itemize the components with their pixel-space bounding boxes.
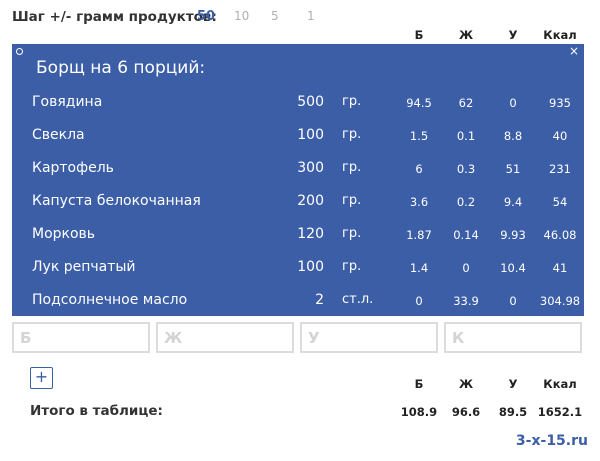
ingredient-zh: 0 xyxy=(462,261,470,275)
ingredient-b: 1.5 xyxy=(409,129,429,143)
header-zh: Ж xyxy=(458,28,474,42)
ingredient-unit: гр. xyxy=(342,160,362,175)
ingredient-row[interactable]: Говядина 500 гр. 94.5 62 0 935 xyxy=(12,86,584,119)
ingredient-kcal: 41 xyxy=(552,261,568,275)
ingredient-zh: 0.2 xyxy=(456,195,476,209)
ingredient-qty[interactable]: 100 xyxy=(274,259,324,275)
header-b: Б xyxy=(414,28,424,42)
totals-label: Итого в таблице: xyxy=(30,403,163,419)
ingredient-zh: 0.14 xyxy=(453,228,479,242)
add-ingredient-button[interactable]: + xyxy=(30,367,53,389)
ingredient-unit: гр. xyxy=(342,193,362,208)
ingredient-b: 0 xyxy=(415,294,423,308)
ingredient-kcal: 935 xyxy=(549,96,571,110)
ingredient-u: 51 xyxy=(505,162,521,176)
ingredient-name: Капуста белокочанная xyxy=(32,193,201,209)
totals-header-u: У xyxy=(508,377,518,391)
ingredient-name: Подсолнечное масло xyxy=(32,292,188,308)
ingredient-unit: гр. xyxy=(342,259,362,274)
ingredient-u: 10.4 xyxy=(500,261,526,275)
fat-input[interactable] xyxy=(156,322,294,353)
ingredient-kcal: 40 xyxy=(552,129,568,143)
ingredient-name: Говядина xyxy=(32,94,103,110)
ingredient-qty[interactable]: 200 xyxy=(274,193,324,209)
site-logo[interactable]: 3-x-15.ru xyxy=(516,433,588,449)
protein-input[interactable] xyxy=(12,322,150,353)
totals-header-b: Б xyxy=(414,377,424,391)
ingredient-name: Свекла xyxy=(32,127,85,143)
ingredient-name: Лук репчатый xyxy=(32,259,136,275)
ingredient-row[interactable]: Свекла 100 гр. 1.5 0.1 8.8 40 xyxy=(12,119,584,152)
ingredient-zh: 0.1 xyxy=(456,129,476,143)
step-option-1[interactable]: 1 xyxy=(307,9,315,23)
ingredient-u: 0 xyxy=(509,96,517,110)
ingredient-unit: гр. xyxy=(342,94,362,109)
kcal-input[interactable] xyxy=(444,322,582,353)
step-option-50[interactable]: 50 xyxy=(197,9,215,24)
ingredient-name: Картофель xyxy=(32,160,114,176)
ingredient-row[interactable]: Лук репчатый 100 гр. 1.4 0 10.4 41 xyxy=(12,251,584,284)
ingredient-qty[interactable]: 100 xyxy=(274,127,324,143)
totals-header-zh: Ж xyxy=(458,377,474,391)
ingredient-qty[interactable]: 300 xyxy=(274,160,324,176)
ingredient-b: 6 xyxy=(415,162,423,176)
ingredient-qty[interactable]: 500 xyxy=(274,94,324,110)
ingredient-kcal: 54 xyxy=(552,195,568,209)
header-kcal: Ккал xyxy=(543,28,577,42)
totals-header-kcal: Ккал xyxy=(543,377,577,391)
close-icon[interactable]: × xyxy=(569,45,579,57)
ingredient-row[interactable]: Картофель 300 гр. 6 0.3 51 231 xyxy=(12,152,584,185)
ingredient-u: 0 xyxy=(509,294,517,308)
ingredient-zh: 33.9 xyxy=(453,294,479,308)
ingredient-unit: ст.л. xyxy=(342,292,374,307)
ingredient-qty[interactable]: 2 xyxy=(274,292,324,308)
header-u: У xyxy=(508,28,518,42)
ingredient-kcal: 304.98 xyxy=(539,294,581,308)
ingredient-row[interactable]: Капуста белокочанная 200 гр. 3.6 0.2 9.4 54 xyxy=(12,185,584,218)
ingredient-name: Морковь xyxy=(32,226,96,242)
ingredient-kcal: 231 xyxy=(549,162,571,176)
total-zh: 96.6 xyxy=(451,405,481,419)
ingredient-u: 9.4 xyxy=(503,195,523,209)
ingredient-zh: 0.3 xyxy=(456,162,476,176)
ingredient-kcal: 46.08 xyxy=(543,228,577,242)
step-option-10[interactable]: 10 xyxy=(234,9,249,23)
ingredient-u: 9.93 xyxy=(500,228,526,242)
total-u: 89.5 xyxy=(498,405,528,419)
ingredient-row[interactable]: Морковь 120 гр. 1.87 0.14 9.93 46.08 xyxy=(12,218,584,251)
carbs-input[interactable] xyxy=(300,322,438,353)
recipe-title: Борщ на 6 порций: xyxy=(36,58,206,78)
ingredient-row[interactable]: Подсолнечное масло 2 ст.л. 0 33.9 0 304.98 xyxy=(12,284,584,317)
ingredient-zh: 62 xyxy=(458,96,474,110)
ingredient-u: 8.8 xyxy=(503,129,523,143)
step-option-5[interactable]: 5 xyxy=(271,9,279,23)
total-kcal: 1652.1 xyxy=(537,405,583,419)
ingredient-unit: гр. xyxy=(342,226,362,241)
ingredient-qty[interactable]: 120 xyxy=(274,226,324,242)
step-label: Шаг +/- грамм продуктов: xyxy=(12,9,217,25)
ingredient-b: 1.87 xyxy=(406,228,432,242)
drag-handle-icon[interactable] xyxy=(16,48,23,55)
ingredient-unit: гр. xyxy=(342,127,362,142)
ingredient-b: 3.6 xyxy=(409,195,429,209)
total-b: 108.9 xyxy=(400,405,438,419)
ingredient-b: 1.4 xyxy=(409,261,429,275)
ingredient-b: 94.5 xyxy=(406,96,432,110)
recipe-panel: × Борщ на 6 порций: Говядина 500 гр. 94.5 62… xyxy=(12,44,584,316)
